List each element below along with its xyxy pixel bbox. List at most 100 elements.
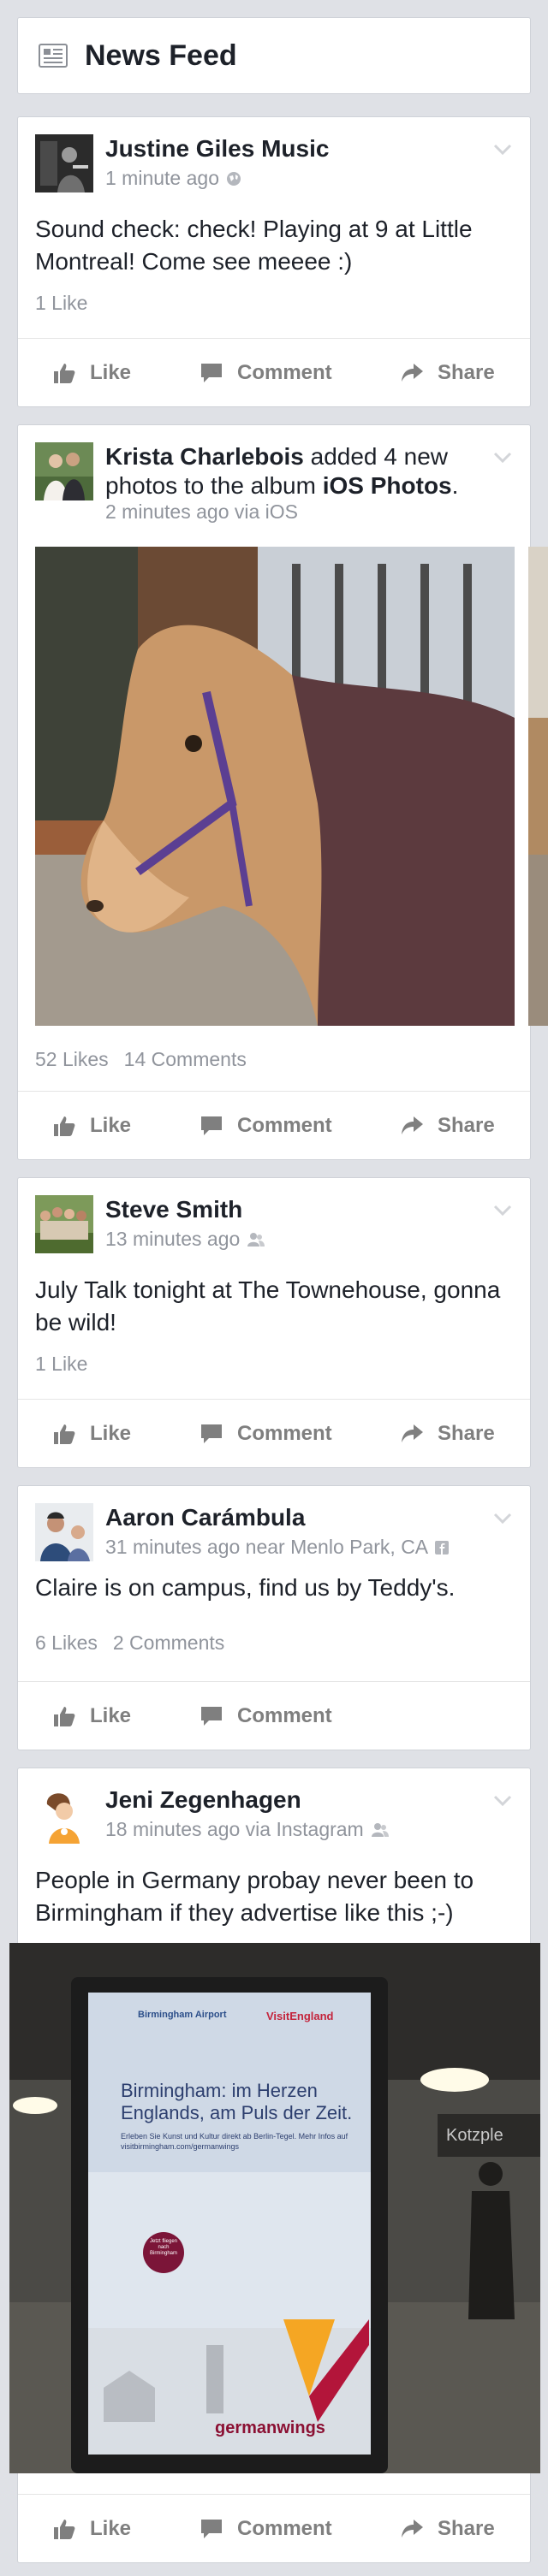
action-bar: Like Comment Share (18, 1091, 530, 1159)
share-button[interactable]: Share (400, 339, 495, 407)
comment-label: Comment (237, 1422, 332, 1445)
comment-button[interactable]: Comment (200, 1092, 332, 1160)
action-bar: Like Comment Share (18, 2494, 530, 2562)
comment-label: Comment (237, 2517, 332, 2540)
avatar[interactable] (35, 1503, 93, 1561)
post-text: People in Germany probay never been to B… (35, 1867, 474, 1926)
post-text: Claire is on campus, find us by Teddy's. (35, 1574, 456, 1601)
comment-label: Comment (237, 1114, 332, 1137)
author-name[interactable]: Aaron Carámbula (105, 1504, 305, 1531)
album-photo-next[interactable] (528, 547, 548, 1026)
avatar[interactable] (35, 1785, 93, 1844)
poster-brand: germanwings (215, 2419, 325, 2437)
chevron-down-icon[interactable] (492, 1794, 513, 1808)
like-label: Like (90, 1114, 132, 1137)
post-card: Steve Smith 13 minutes ago July Talk ton… (17, 1177, 531, 1468)
post-photo[interactable]: Birmingham Airport VisitEngland Birmingh… (9, 1943, 540, 2473)
like-count[interactable]: 1 Like (35, 1353, 87, 1375)
comment-label: Comment (237, 1704, 332, 1727)
comment-count[interactable]: 14 Comments (124, 1048, 247, 1070)
like-count[interactable]: 52 Likes (35, 1048, 109, 1070)
album-photo[interactable] (35, 547, 515, 1026)
share-label: Share (438, 1422, 495, 1445)
share-arrow-icon (402, 1424, 423, 1442)
post-card: Justine Giles Music 1 minute ago Sound c… (17, 116, 531, 407)
author-name[interactable]: Steve Smith (105, 1196, 242, 1223)
reaction-counts[interactable]: 6 Likes 2 Comments (35, 1631, 224, 1655)
reaction-counts[interactable]: 1 Like (35, 292, 87, 315)
reaction-counts[interactable]: 52 Likes 14 Comments (35, 1048, 247, 1071)
poster-subline: Erleben Sie Kunst und Kultur direkt ab B… (121, 2132, 348, 2151)
post-time: 1 minute ago (105, 167, 219, 189)
chevron-down-icon[interactable] (492, 1204, 513, 1217)
like-button[interactable]: Like (52, 1400, 131, 1468)
avatar[interactable] (35, 134, 93, 192)
chevron-down-icon[interactable] (492, 1512, 513, 1525)
post-meta: 2 minutes ago via iOS (105, 500, 298, 524)
share-arrow-icon (402, 364, 423, 382)
post-card: Jeni Zegenhagen 18 minutes ago via Insta… (9, 1768, 540, 2563)
comment-button[interactable]: Comment (200, 1682, 332, 1750)
comment-icon (201, 1116, 222, 1135)
like-label: Like (90, 361, 132, 384)
like-label: Like (90, 1422, 132, 1445)
action-bar: Like Comment Share (18, 1399, 530, 1467)
share-button[interactable]: Share (400, 2495, 495, 2563)
like-button[interactable]: Like (52, 2495, 131, 2563)
thumbs-up-icon (54, 1116, 75, 1136)
avatar[interactable] (35, 1195, 93, 1253)
comment-label: Comment (237, 361, 332, 384)
friends-icon (247, 1232, 265, 1247)
facebook-icon (435, 1540, 450, 1554)
poster-brand-left: Birmingham Airport (138, 2010, 227, 2020)
news-feed-header: News Feed (17, 17, 531, 94)
post-text: July Talk tonight at The Townehouse, gon… (35, 1276, 501, 1335)
share-button[interactable]: Share (400, 1092, 495, 1160)
post-meta: 1 minute ago (105, 167, 241, 190)
author-name[interactable]: Justine Giles Music (105, 135, 329, 162)
action-bar: Like Comment Share (18, 338, 530, 406)
comment-icon (201, 1707, 222, 1726)
thumbs-up-icon (54, 2520, 75, 2539)
comment-icon (201, 2520, 222, 2538)
album-link[interactable]: iOS Photos (323, 472, 452, 499)
post-time: 18 minutes ago via Instagram (105, 1818, 364, 1840)
like-button[interactable]: Like (52, 339, 131, 407)
share-label: Share (438, 1114, 495, 1137)
share-button[interactable]: Share (400, 1400, 495, 1468)
author-name[interactable]: Krista Charlebois (105, 443, 304, 470)
poster-brand-right: VisitEngland (266, 2010, 334, 2022)
globe-icon (226, 171, 241, 186)
avatar[interactable] (35, 442, 93, 500)
post-time: 13 minutes ago (105, 1228, 241, 1250)
like-button[interactable]: Like (52, 1092, 131, 1160)
share-label: Share (438, 361, 495, 384)
chevron-down-icon[interactable] (492, 143, 513, 157)
comment-count[interactable]: 2 Comments (113, 1631, 224, 1654)
like-label: Like (90, 1704, 132, 1727)
poster-headline: Birmingham: im Herzen Englands, am Puls … (121, 2080, 353, 2123)
poster-badge: Jetzt fliegen nach Birmingham (149, 2239, 178, 2256)
post-meta: 18 minutes ago via Instagram (105, 1818, 390, 1841)
post-card: Krista Charlebois added 4 new photos to … (17, 424, 548, 1160)
comment-button[interactable]: Comment (200, 1400, 332, 1468)
chevron-down-icon[interactable] (492, 451, 513, 465)
share-arrow-icon (402, 1116, 423, 1134)
comment-icon (201, 1424, 222, 1443)
post-text: Sound check: check! Playing at 9 at Litt… (35, 216, 473, 275)
thumbs-up-icon (54, 364, 75, 383)
share-label: Share (438, 2517, 495, 2540)
comment-button[interactable]: Comment (200, 2495, 332, 2563)
like-button[interactable]: Like (52, 1682, 131, 1750)
like-label: Like (90, 2517, 132, 2540)
thumbs-up-icon (54, 1707, 75, 1726)
share-arrow-icon (402, 2520, 423, 2538)
comment-button[interactable]: Comment (200, 339, 332, 407)
station-sign: Kotzple (446, 2126, 503, 2145)
page-title: News Feed (85, 38, 237, 72)
post-time: 2 minutes ago via iOS (105, 500, 299, 523)
author-name[interactable]: Jeni Zegenhagen (105, 1786, 301, 1813)
like-count[interactable]: 6 Likes (35, 1631, 98, 1654)
like-count[interactable]: 1 Like (35, 292, 87, 314)
reaction-counts[interactable]: 1 Like (35, 1353, 87, 1376)
